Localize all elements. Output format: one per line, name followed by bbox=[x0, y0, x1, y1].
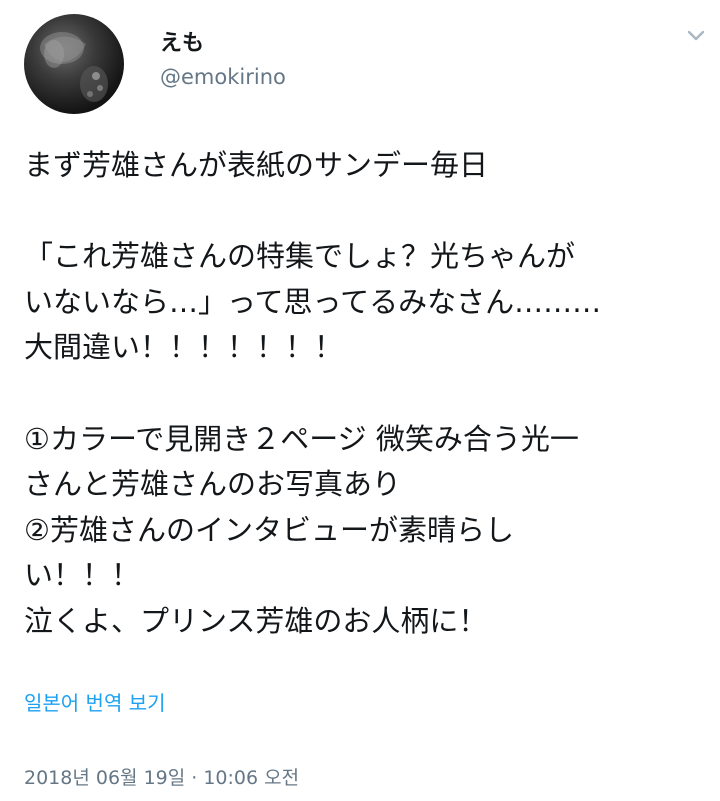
tweet-text-line: ②芳雄さんのインタビューが素晴らし bbox=[24, 512, 514, 547]
tweet-text-line: 大間違い！！！！！！！ bbox=[24, 330, 344, 365]
tweet-text-line: い！！！ bbox=[24, 558, 141, 593]
avatar[interactable] bbox=[24, 14, 124, 114]
translate-tweet-link[interactable]: 일본어 번역 보기 bbox=[24, 689, 166, 717]
tweet-text-line: 泣くよ、プリンス芳雄のお人柄に！ bbox=[24, 603, 488, 638]
avatar-image bbox=[40, 32, 108, 102]
tweet-timestamp[interactable]: 2018년 06월 19일 · 10:06 오전 bbox=[24, 765, 299, 791]
tweet-text: まず芳雄さんが表紙のサンデー毎日 「これ芳雄さんの特集でしょ？光ちゃんが いない… bbox=[24, 143, 704, 645]
tweet-text-line: 「これ芳雄さんの特集でしょ？光ちゃんが bbox=[24, 239, 576, 274]
tweet-text-line: さんと芳雄さんのお写真あり bbox=[24, 467, 402, 502]
tweet-text-line: いないなら…」って思ってるみなさん……… bbox=[24, 284, 602, 319]
user-handle[interactable]: @emokirino bbox=[160, 63, 286, 91]
tweet: えも @emokirino まず芳雄さんが表紙のサンデー毎日 「これ芳雄さんの特… bbox=[0, 0, 720, 801]
tweet-text-line: ①カラーで見開き２ページ 微笑み合う光一 bbox=[24, 421, 579, 456]
tweet-text-line: まず芳雄さんが表紙のサンデー毎日 bbox=[24, 148, 489, 182]
tweet-text-line bbox=[24, 189, 704, 235]
tweet-text-line bbox=[24, 371, 704, 417]
display-name[interactable]: えも bbox=[160, 30, 204, 58]
chevron-down-icon[interactable] bbox=[684, 26, 708, 46]
